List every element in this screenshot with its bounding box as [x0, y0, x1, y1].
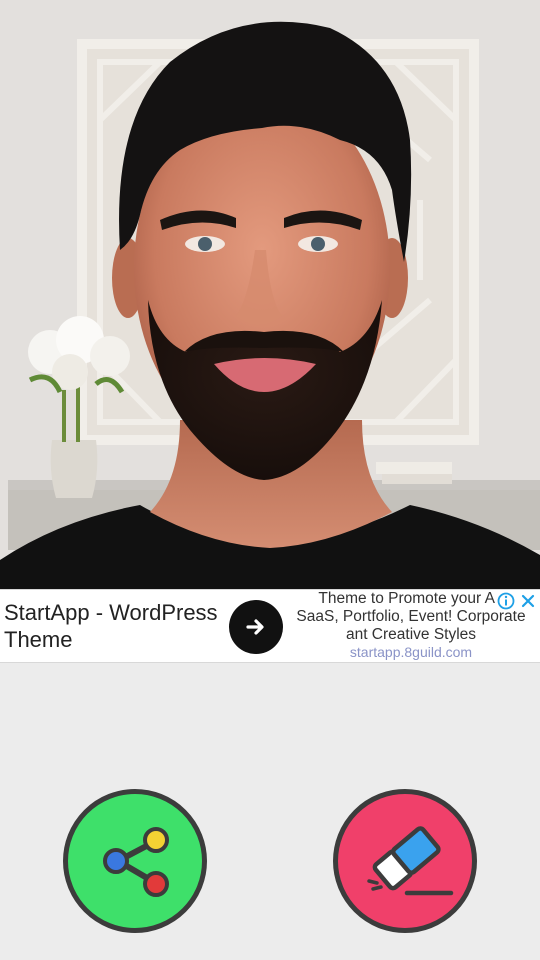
- photo-canvas[interactable]: [0, 0, 540, 589]
- info-icon[interactable]: [496, 591, 516, 611]
- share-icon: [103, 827, 169, 897]
- ad-title[interactable]: StartApp - WordPress Theme: [4, 599, 224, 653]
- eraser-icon: [367, 826, 454, 896]
- arrow-right-icon[interactable]: [229, 600, 283, 654]
- edited-photo: [0, 0, 540, 589]
- ad-banner[interactable]: StartApp - WordPress Theme Theme to Prom…: [0, 589, 540, 663]
- close-icon[interactable]: [518, 591, 538, 611]
- eraser-button[interactable]: [333, 789, 477, 933]
- share-button[interactable]: [63, 789, 207, 933]
- ad-url[interactable]: startapp.8guild.com: [288, 644, 534, 661]
- ad-body-line-3: ant Creative Styles: [345, 626, 477, 643]
